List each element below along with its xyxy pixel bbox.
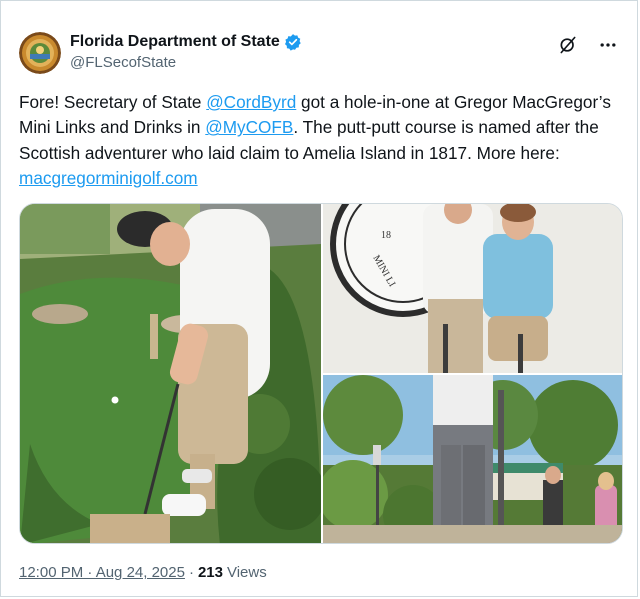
- grok-icon[interactable]: [557, 34, 579, 56]
- photo-couple-posing[interactable]: 18 MINI LI: [323, 204, 622, 373]
- more-icon[interactable]: [597, 34, 619, 56]
- tweet-meta: 12:00 PM · Aug 24, 2025 · 213 Views: [19, 564, 267, 581]
- tweet-text: Fore! Secretary of State @CordByrd got a…: [19, 90, 623, 191]
- name-row: Florida Department of State: [70, 33, 302, 51]
- tweet-text-part: Fore! Secretary of State: [19, 92, 207, 112]
- display-name[interactable]: Florida Department of State: [70, 33, 280, 51]
- verified-badge-icon: [284, 33, 302, 51]
- media-grid: 18 MINI LI: [19, 203, 623, 544]
- header-actions: [557, 34, 619, 56]
- tweet-card: Florida Department of State @FLSecofStat…: [0, 0, 638, 597]
- meta-separator: ·: [188, 564, 194, 581]
- sign-number: 18: [381, 230, 391, 241]
- photo-course-wide[interactable]: [323, 375, 622, 543]
- views-count: 213: [197, 564, 223, 581]
- mention-link[interactable]: @MyCOFB: [205, 117, 293, 137]
- tweet-timestamp[interactable]: 12:00 PM · Aug 24, 2025: [19, 564, 185, 581]
- avatar[interactable]: [19, 32, 61, 74]
- mention-link[interactable]: @CordByrd: [206, 92, 296, 112]
- photo-golfer-putting[interactable]: [20, 204, 321, 543]
- views-label: Views: [226, 564, 267, 581]
- url-link[interactable]: macgregorminigolf.com: [19, 168, 198, 188]
- account-handle[interactable]: @FLSecofState: [70, 54, 176, 71]
- tweet-header: Florida Department of State @FLSecofStat…: [19, 32, 619, 76]
